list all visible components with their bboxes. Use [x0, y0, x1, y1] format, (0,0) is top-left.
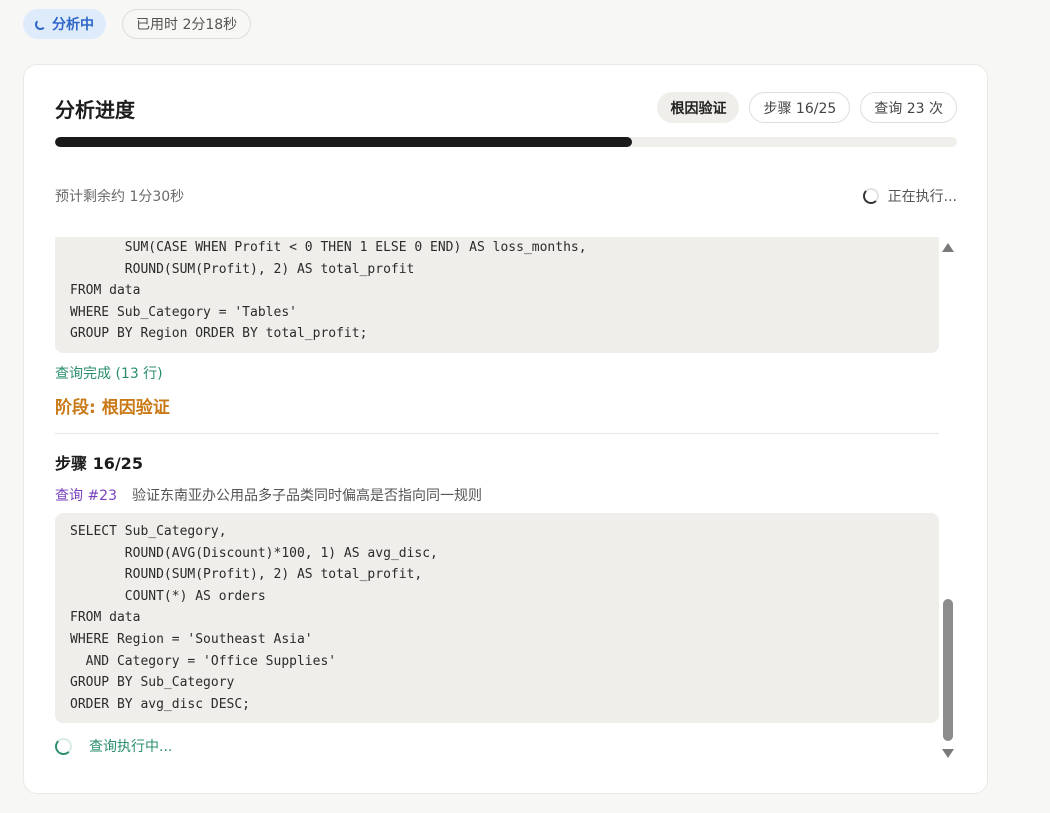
- analysis-log[interactable]: SUM(CASE WHEN Profit < 0 THEN 1 ELSE 0 E…: [55, 237, 939, 767]
- sql-code-block: SELECT Sub_Category, ROUND(AVG(Discount)…: [55, 512, 939, 724]
- loading-spinner-icon: [55, 737, 72, 755]
- card-title: 分析进度: [55, 98, 135, 122]
- eta-text: 预计剩余约 1分30秒: [55, 189, 185, 205]
- progress-bar: [55, 137, 957, 147]
- divider: [55, 432, 939, 434]
- progress-bar-fill: [55, 137, 633, 147]
- step-title: 步骤 16/25: [55, 453, 143, 473]
- status-label: 分析中: [52, 17, 94, 33]
- loading-spinner-icon: [35, 18, 46, 30]
- phase-label: 阶段: 根因验证: [55, 397, 170, 418]
- query-executing-indicator: 查询执行中...: [55, 736, 939, 756]
- running-indicator: 正在执行...: [862, 186, 957, 206]
- phase-badge: 根因验证: [657, 92, 740, 123]
- loading-spinner-icon: [862, 188, 879, 204]
- scroll-down-arrow-icon[interactable]: [942, 749, 954, 758]
- query-description: 验证东南亚办公用品多子品类同时偏高是否指向同一规则: [132, 487, 482, 504]
- running-label: 正在执行...: [887, 189, 957, 205]
- query-number: 查询 #23: [55, 487, 117, 504]
- log-scrollbar[interactable]: [939, 237, 957, 767]
- query-header: 查询 #23 验证东南亚办公用品多子品类同时偏高是否指向同一规则: [55, 485, 939, 505]
- executing-label: 查询执行中...: [89, 739, 173, 756]
- card-badges: 根因验证 步骤 16/25 查询 23 次: [657, 92, 957, 123]
- query-count-badge: 查询 23 次: [860, 92, 957, 123]
- scroll-up-arrow-icon[interactable]: [942, 243, 954, 252]
- elapsed-time-pill: 已用时 2分18秒: [122, 9, 252, 39]
- step-badge: 步骤 16/25: [749, 92, 851, 123]
- previous-query-code: SUM(CASE WHEN Profit < 0 THEN 1 ELSE 0 E…: [55, 237, 939, 353]
- analysis-status-pill: 分析中: [23, 9, 106, 39]
- analysis-progress-card: 分析进度 根因验证 步骤 16/25 查询 23 次 预计剩余约 1分30秒 正…: [23, 64, 988, 794]
- top-status-bar: 分析中 已用时 2分18秒: [23, 9, 252, 39]
- scrollbar-thumb[interactable]: [943, 599, 953, 741]
- query-result-status: 查询完成 (13 行): [55, 365, 163, 382]
